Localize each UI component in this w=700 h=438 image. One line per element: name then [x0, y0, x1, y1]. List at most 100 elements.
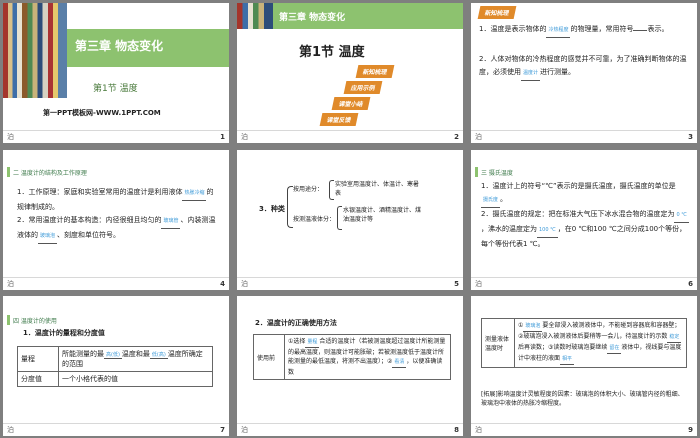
paragraph-1: 1．工作原理：家庭和实验室常用的温度计是利用液体 热胀冷缩 的规律制成的。 — [17, 186, 217, 214]
answer-fill: 温度计 — [521, 67, 541, 81]
row2-brace — [337, 206, 342, 230]
slide-8-thumbnail[interactable]: 2．温度计的正确使用方法 使用前 ①选择 量程 合适的温度计（若被测温度超过温度计所… — [237, 296, 463, 436]
row1-text: 实验室用温度计、体温计、寒暑表 — [335, 181, 420, 197]
slide-number: 3 — [688, 133, 693, 141]
footer-logo: 泊 — [475, 426, 482, 434]
slide-2-thumbnail[interactable]: 第三章 物态变化 第1节 温度 新知梳理 应用示例 课堂小结 课堂反馈 泊2 — [237, 3, 463, 143]
slide-4-thumbnail[interactable]: 二 温度计的结构及工作原理 1．工作原理：家庭和实验室常用的温度计是利用液体 热胀… — [3, 150, 229, 290]
answer-fill: 100 ℃ — [537, 224, 558, 238]
slide-footer: 泊5 — [237, 277, 463, 290]
text: 温度和最 — [121, 350, 150, 358]
paragraph-1: 1．温度计上的符号“℃”表示的是摄氏温度，摄氏温度的单位是摄氏度。 — [481, 180, 689, 208]
section-header: 四 温度计的使用 — [3, 314, 57, 326]
badge-summary[interactable]: 课堂小结 — [331, 97, 371, 110]
slide-number: 5 — [454, 280, 459, 288]
section-header-text: 三 摄氏温度 — [481, 169, 513, 177]
section-title: 第1节 温度 — [93, 84, 138, 94]
text: ①选择 — [288, 338, 306, 345]
slide-footer: 泊6 — [471, 277, 697, 290]
footer-logo: 泊 — [475, 280, 482, 288]
slide-1-thumbnail[interactable]: 第三章 物态变化 第1节 温度 第一PPT模板网-WWW.1PPT.COM 泊1 — [3, 3, 229, 143]
slide-number: 1 — [220, 133, 225, 141]
table-cell-key: 测量液体温度时 — [481, 318, 515, 368]
answer-fill: 看清 — [392, 358, 407, 368]
footer-logo: 泊 — [7, 280, 14, 288]
subsection-title: 2．温度计的正确使用方法 — [255, 319, 337, 327]
paragraph-2: 2．常用温度计的基本构造：内径很细且均匀的 玻璃管 、内装测温液体的 玻璃泡 、刻度和单… — [17, 214, 217, 244]
bookshelf-image — [3, 3, 67, 98]
site-label: 第一PPT模板网-WWW.1PPT.COM — [43, 109, 161, 117]
text: 2．常用温度计的基本构造：内径很细且均匀的 — [17, 216, 162, 224]
answer-fill: 量程 — [305, 338, 320, 348]
answer-fill: 玻璃管 — [161, 215, 181, 229]
slide-3-thumbnail[interactable]: 新知梳理 1．温度是表示物体的 冷热程度 的物理量，常用符号 表示。 2．人体对物体的… — [471, 3, 697, 143]
paragraph-2: 2．人体对物体的冷热程度的感觉并不可靠，为了准确判断物体的温度，必须使用 温度计进… — [479, 53, 691, 81]
footer-logo: 泊 — [7, 426, 14, 434]
badge-new-knowledge[interactable]: 新知梳理 — [355, 65, 395, 78]
section-title: 第1节 温度 — [299, 45, 365, 60]
answer-fill: 0 ℃ — [674, 209, 689, 223]
table-cell-key: 使用前 — [253, 334, 285, 380]
table-row: 分度值 一个小格代表的值 — [17, 371, 213, 387]
usage-table: 使用前 ①选择 量程 合适的温度计（若被测温度超过温度计所能测量的最高温度，则温度计… — [253, 334, 451, 380]
text: 。 — [500, 195, 508, 203]
slide-footer: 泊3 — [471, 130, 697, 143]
range-table: 量程 所能测量的最 高(低) 温度和最 低(高) 温度所确定的范围 分度值 一个小格代表… — [17, 346, 213, 387]
text: ，沸水的温度定为 — [481, 225, 537, 233]
table-row: 使用前 ①选择 量程 合适的温度计（若被测温度超过温度计所能测量的最高温度，则温度计… — [253, 334, 451, 380]
table-cell-value: ① 玻璃泡 要全部浸入被测液体中，不能碰到容器底和容器壁；②玻璃泡浸入被测液体后要稍… — [514, 318, 687, 368]
slide-footer: 泊1 — [3, 130, 229, 143]
answer-blank — [633, 30, 648, 31]
text: 所能测量的最 — [62, 350, 104, 358]
section-header-text: 二 温度计的结构及工作原理 — [13, 169, 87, 177]
text: 1．温度是表示物体的 — [479, 25, 547, 33]
footer-logo: 泊 — [241, 426, 248, 434]
slide-footer: 泊2 — [237, 130, 463, 143]
answer-fill: 摄氏度 — [481, 194, 501, 208]
slide-6-thumbnail[interactable]: 三 摄氏温度 1．温度计上的符号“℃”表示的是摄氏温度，摄氏温度的单位是摄氏度。… — [471, 150, 697, 290]
slide-number: 6 — [688, 280, 693, 288]
subsection-title: 1．温度计的量程和分度值 — [23, 329, 105, 337]
text: 1．温度计上的符号“℃”表示的是摄氏温度，摄氏温度的单位是 — [481, 182, 676, 190]
types-label: 3．种类 — [259, 205, 285, 213]
slide-5-thumbnail[interactable]: 3．种类 按用途分： 实验室用温度计、体温计、寒暑表 按测温液体分： 水银温度计… — [237, 150, 463, 290]
slide-7-thumbnail[interactable]: 四 温度计的使用 1．温度计的量程和分度值 量程 所能测量的最 高(低) 温度和最低… — [3, 296, 229, 436]
answer-fill: 玻璃泡 — [38, 230, 58, 244]
text: 表示。 — [647, 25, 669, 33]
footer-logo: 泊 — [7, 133, 14, 141]
slide-number: 9 — [688, 426, 693, 434]
slide-footer: 泊9 — [471, 423, 697, 436]
answer-fill: 相平 — [560, 355, 575, 365]
slide-number: 7 — [220, 426, 225, 434]
slide-9-thumbnail[interactable]: 测量液体温度时 ① 玻璃泡 要全部浸入被测液体中，不能碰到容器底和容器壁；②玻璃泡浸… — [471, 296, 697, 436]
text: 后再读数；③读数时玻璃泡要继续 — [518, 344, 608, 351]
badge-example[interactable]: 应用示例 — [343, 81, 383, 94]
table-cell-key: 分度值 — [17, 371, 59, 387]
row1-brace — [329, 180, 334, 200]
table-row: 量程 所能测量的最 高(低) 温度和最 低(高) 温度所确定的范围 — [17, 346, 213, 372]
table-row: 测量液体温度时 ① 玻璃泡 要全部浸入被测液体中，不能碰到容器底和容器壁；②玻璃泡浸… — [481, 318, 687, 368]
text: 1．工作原理：家庭和实验室常用的温度计是利用液体 — [17, 188, 183, 196]
paragraph-1: 1．温度是表示物体的 冷热程度 的物理量，常用符号 表示。 — [479, 23, 691, 38]
answer-fill: 留在 — [607, 344, 622, 354]
bookshelf-image — [237, 3, 273, 29]
answer-fill: 热胀冷缩 — [182, 187, 207, 201]
table-cell-value: 一个小格代表的值 — [58, 371, 213, 387]
chapter-title: 第三章 物态变化 — [75, 39, 164, 53]
row2-label: 按测温液体分： — [293, 216, 336, 223]
answer-fill: 高(低) — [104, 352, 122, 359]
slide-footer: 泊7 — [3, 423, 229, 436]
row2-text: 水银温度计、酒精温度计、煤油温度计等 — [343, 207, 422, 223]
extension-note: [拓展]影响温度计灵敏程度的因素：玻璃泡的体积大小、玻璃管内径的粗细、玻璃泡中液… — [481, 391, 684, 407]
text: 2．人体对物体的冷热程度的感觉并不可靠，为了准确判断物体的温度，必须使用 — [479, 55, 687, 76]
slide-number: 2 — [454, 133, 459, 141]
badge-feedback[interactable]: 课堂反馈 — [319, 113, 359, 126]
answer-fill: 低(高) — [149, 352, 168, 359]
table-cell-value: 所能测量的最 高(低) 温度和最 低(高) 温度所确定的范围 — [58, 346, 213, 372]
badge-new-knowledge: 新知梳理 — [477, 6, 517, 19]
measure-table: 测量液体温度时 ① 玻璃泡 要全部浸入被测液体中，不能碰到容器底和容器壁；②玻璃泡浸… — [481, 318, 687, 368]
chapter-title: 第三章 物态变化 — [279, 13, 346, 23]
table-cell-value: ①选择 量程 合适的温度计（若被测温度超过温度计所能测量的最高温度，则温度计可能胀破… — [284, 334, 451, 380]
paragraph-2: 2．摄氏温度的规定：把在标准大气压下冰水混合物的温度定为 0 ℃ ，沸水的温度定为 1… — [481, 208, 689, 251]
answer-fill: 冷热程度 — [546, 24, 571, 38]
